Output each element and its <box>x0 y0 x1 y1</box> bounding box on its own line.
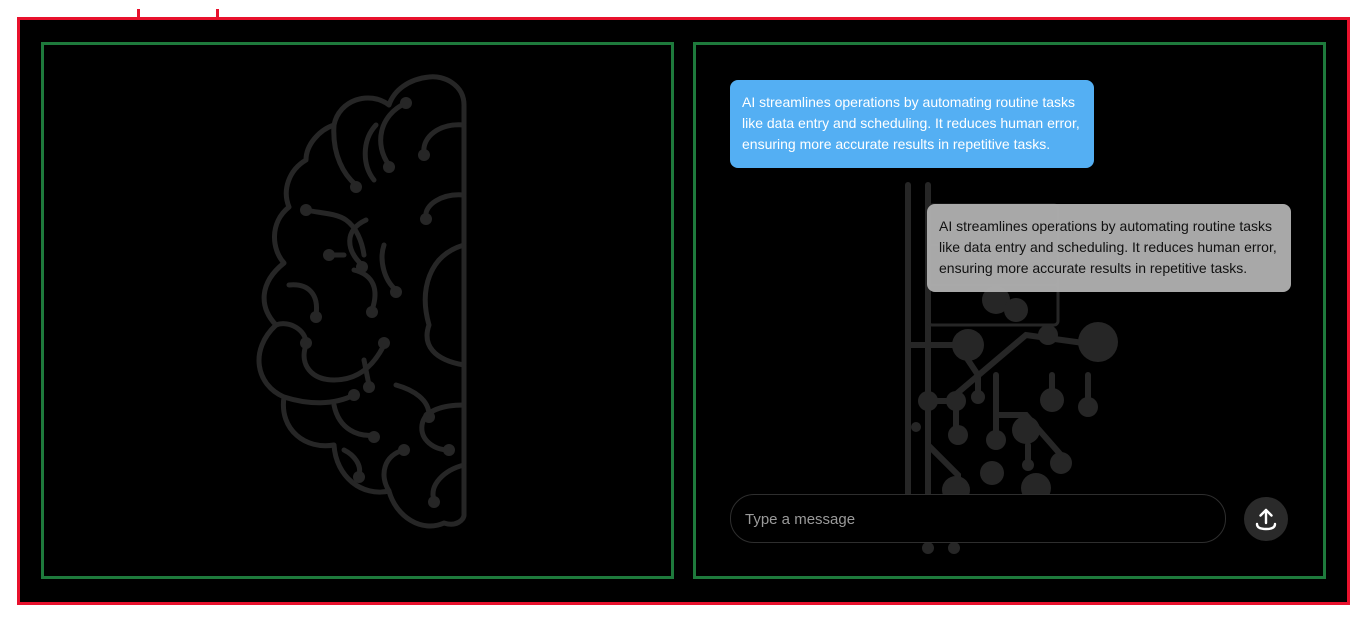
ai-message-bubble: AI streamlines operations by automating … <box>730 80 1094 168</box>
brain-illustration-panel <box>41 42 674 579</box>
chat-panel: AI streamlines operations by automating … <box>693 42 1326 579</box>
brain-circuit-icon <box>256 74 467 529</box>
user-message-text: AI streamlines operations by automating … <box>939 218 1277 276</box>
upload-arrow-icon <box>1255 508 1277 531</box>
user-message-bubble: AI streamlines operations by automating … <box>927 204 1291 292</box>
app-frame: AI streamlines operations by automating … <box>17 17 1350 605</box>
message-input[interactable] <box>743 495 1217 544</box>
send-button[interactable] <box>1244 497 1288 541</box>
ai-message-text: AI streamlines operations by automating … <box>742 94 1080 152</box>
message-composer <box>730 494 1226 544</box>
